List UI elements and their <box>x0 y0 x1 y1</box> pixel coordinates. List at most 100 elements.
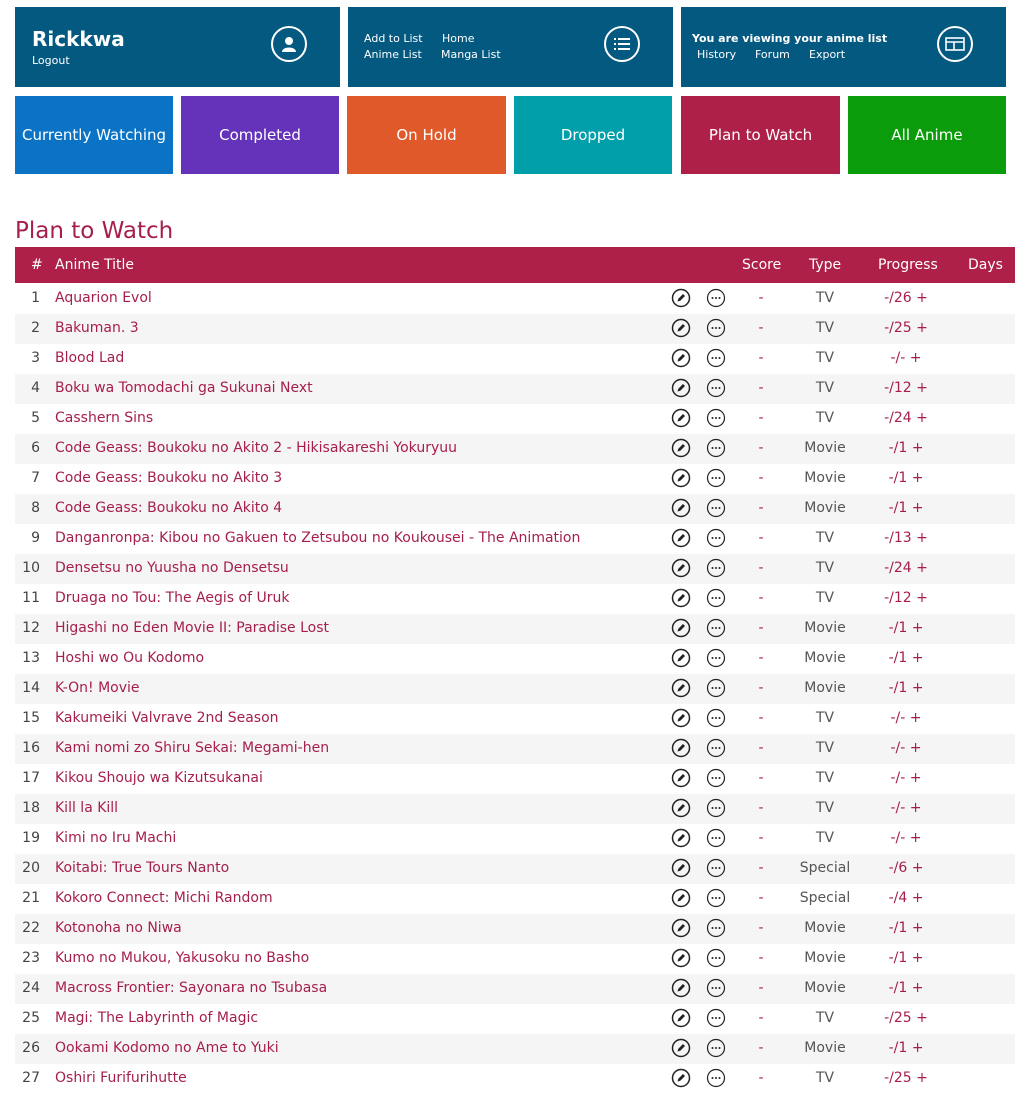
score-value[interactable]: - <box>746 380 776 396</box>
anime-title-link[interactable]: Code Geass: Boukoku no Akito 4 <box>55 500 282 516</box>
edit-icon[interactable] <box>671 918 691 938</box>
col-type[interactable]: Type <box>809 257 841 273</box>
anime-title-link[interactable]: Kumo no Mukou, Yakusoku no Basho <box>55 950 309 966</box>
more-options-icon[interactable] <box>706 708 726 728</box>
progress-value[interactable]: -/25 + <box>865 1010 947 1026</box>
progress-value[interactable]: -/1 + <box>865 1040 947 1056</box>
edit-icon[interactable] <box>671 618 691 638</box>
anime-title-link[interactable]: Densetsu no Yuusha no Densetsu <box>55 560 289 576</box>
progress-value[interactable]: -/1 + <box>865 440 947 456</box>
anime-title-link[interactable]: Hoshi wo Ou Kodomo <box>55 650 204 666</box>
score-value[interactable]: - <box>746 980 776 996</box>
anime-title-link[interactable]: Oshiri Furifurihutte <box>55 1070 187 1086</box>
manga-list-link[interactable]: Manga List <box>441 48 501 61</box>
more-options-icon[interactable] <box>706 498 726 518</box>
anime-title-link[interactable]: Macross Frontier: Sayonara no Tsubasa <box>55 980 327 996</box>
more-options-icon[interactable] <box>706 1008 726 1028</box>
score-value[interactable]: - <box>746 1070 776 1086</box>
category-tile-on-hold[interactable]: On Hold <box>347 96 506 174</box>
anime-title-link[interactable]: Kimi no Iru Machi <box>55 830 176 846</box>
progress-value[interactable]: -/26 + <box>865 290 947 306</box>
more-options-icon[interactable] <box>706 978 726 998</box>
more-options-icon[interactable] <box>706 408 726 428</box>
more-options-icon[interactable] <box>706 798 726 818</box>
score-value[interactable]: - <box>746 440 776 456</box>
progress-value[interactable]: -/1 + <box>865 650 947 666</box>
edit-icon[interactable] <box>671 648 691 668</box>
edit-icon[interactable] <box>671 1068 691 1088</box>
more-options-icon[interactable] <box>706 618 726 638</box>
score-value[interactable]: - <box>746 470 776 486</box>
list-icon[interactable] <box>604 26 640 62</box>
progress-value[interactable]: -/1 + <box>865 470 947 486</box>
edit-icon[interactable] <box>671 978 691 998</box>
progress-value[interactable]: -/1 + <box>865 980 947 996</box>
forum-link[interactable]: Forum <box>755 48 790 61</box>
progress-value[interactable]: -/13 + <box>865 530 947 546</box>
progress-value[interactable]: -/1 + <box>865 620 947 636</box>
anime-title-link[interactable]: Magi: The Labyrinth of Magic <box>55 1010 258 1026</box>
score-value[interactable]: - <box>746 740 776 756</box>
more-options-icon[interactable] <box>706 918 726 938</box>
score-value[interactable]: - <box>746 890 776 906</box>
progress-value[interactable]: -/1 + <box>865 680 947 696</box>
edit-icon[interactable] <box>671 768 691 788</box>
col-score[interactable]: Score <box>742 257 781 273</box>
score-value[interactable]: - <box>746 1010 776 1026</box>
edit-icon[interactable] <box>671 528 691 548</box>
edit-icon[interactable] <box>671 828 691 848</box>
edit-icon[interactable] <box>671 288 691 308</box>
edit-icon[interactable] <box>671 798 691 818</box>
more-options-icon[interactable] <box>706 288 726 308</box>
progress-value[interactable]: -/6 + <box>865 860 947 876</box>
edit-icon[interactable] <box>671 858 691 878</box>
more-options-icon[interactable] <box>706 1068 726 1088</box>
score-value[interactable]: - <box>746 770 776 786</box>
edit-icon[interactable] <box>671 468 691 488</box>
edit-icon[interactable] <box>671 348 691 368</box>
anime-title-link[interactable]: Kill la Kill <box>55 800 118 816</box>
anime-title-link[interactable]: Kotonoha no Niwa <box>55 920 182 936</box>
category-tile-completed[interactable]: Completed <box>181 96 339 174</box>
category-tile-plan-to-watch[interactable]: Plan to Watch <box>681 96 840 174</box>
anime-title-link[interactable]: Bakuman. 3 <box>55 320 139 336</box>
category-tile-dropped[interactable]: Dropped <box>514 96 672 174</box>
profile-icon[interactable] <box>271 26 307 62</box>
edit-icon[interactable] <box>671 678 691 698</box>
more-options-icon[interactable] <box>706 588 726 608</box>
score-value[interactable]: - <box>746 650 776 666</box>
anime-title-link[interactable]: K-On! Movie <box>55 680 140 696</box>
edit-icon[interactable] <box>671 948 691 968</box>
progress-value[interactable]: -/25 + <box>865 320 947 336</box>
anime-title-link[interactable]: Kikou Shoujo wa Kizutsukanai <box>55 770 263 786</box>
progress-value[interactable]: -/12 + <box>865 590 947 606</box>
anime-title-link[interactable]: Druaga no Tou: The Aegis of Uruk <box>55 590 289 606</box>
edit-icon[interactable] <box>671 708 691 728</box>
anime-title-link[interactable]: Koitabi: True Tours Nanto <box>55 860 229 876</box>
more-options-icon[interactable] <box>706 348 726 368</box>
progress-value[interactable]: -/- + <box>865 830 947 846</box>
edit-icon[interactable] <box>671 498 691 518</box>
score-value[interactable]: - <box>746 530 776 546</box>
edit-icon[interactable] <box>671 438 691 458</box>
anime-title-link[interactable]: Higashi no Eden Movie II: Paradise Lost <box>55 620 329 636</box>
anime-title-link[interactable]: Danganronpa: Kibou no Gakuen to Zetsubou… <box>55 530 580 546</box>
score-value[interactable]: - <box>746 860 776 876</box>
anime-title-link[interactable]: Ookami Kodomo no Ame to Yuki <box>55 1040 279 1056</box>
progress-value[interactable]: -/- + <box>865 740 947 756</box>
progress-value[interactable]: -/4 + <box>865 890 947 906</box>
score-value[interactable]: - <box>746 680 776 696</box>
progress-value[interactable]: -/1 + <box>865 950 947 966</box>
edit-icon[interactable] <box>671 378 691 398</box>
col-days[interactable]: Days <box>968 257 1003 273</box>
home-link[interactable]: Home <box>442 32 474 45</box>
anime-title-link[interactable]: Aquarion Evol <box>55 290 152 306</box>
more-options-icon[interactable] <box>706 828 726 848</box>
more-options-icon[interactable] <box>706 888 726 908</box>
more-options-icon[interactable] <box>706 558 726 578</box>
edit-icon[interactable] <box>671 408 691 428</box>
score-value[interactable]: - <box>746 500 776 516</box>
anime-title-link[interactable]: Code Geass: Boukoku no Akito 2 - Hikisak… <box>55 440 457 456</box>
score-value[interactable]: - <box>746 1040 776 1056</box>
progress-value[interactable]: -/24 + <box>865 560 947 576</box>
